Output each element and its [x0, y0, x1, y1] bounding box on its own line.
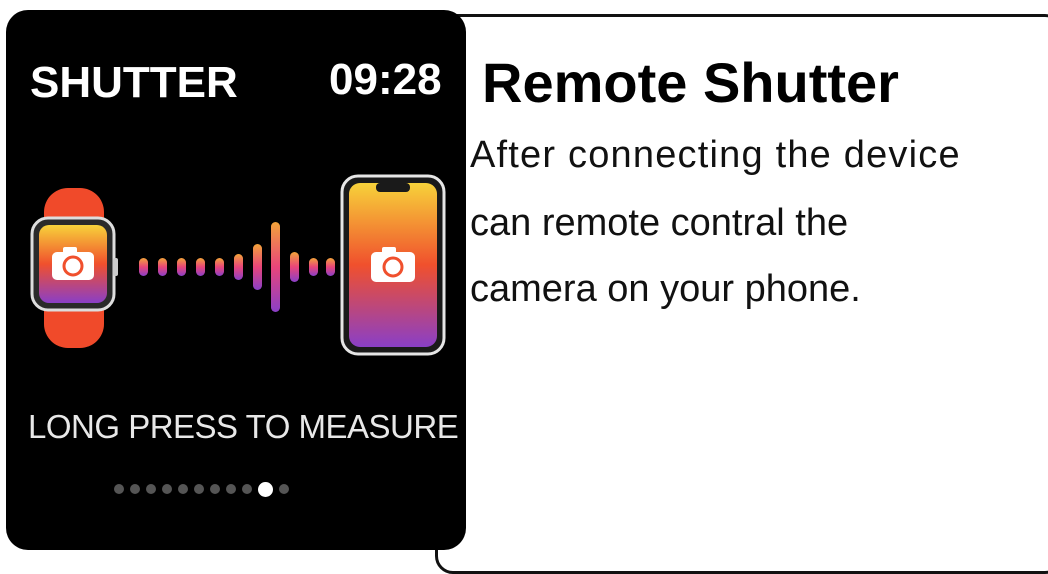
feature-heading: Remote Shutter [482, 51, 899, 114]
long-press-hint: LONG PRESS TO MEASURE [28, 408, 459, 445]
signal-waves [139, 222, 335, 312]
feature-description-line-2: can remote contral the [470, 202, 849, 244]
page-dot [226, 484, 236, 494]
page-dot [130, 484, 140, 494]
feature-description-line-1: After connecting the device [470, 134, 961, 176]
page-indicator [114, 482, 289, 497]
page-dot [279, 484, 289, 494]
watch-icon [30, 188, 118, 348]
watch-screen: SHUTTER 09:28 LONG PRESS TO MEASURE [6, 10, 466, 550]
page-dot [178, 484, 188, 494]
page-dot-active [258, 482, 273, 497]
page-dot [114, 484, 124, 494]
page-dot [194, 484, 204, 494]
clock-time: 09:28 [329, 55, 442, 104]
app-title: SHUTTER [30, 58, 238, 107]
shutter-illustration [30, 174, 446, 356]
feature-description-line-3: camera on your phone. [470, 268, 861, 310]
phone-icon [340, 174, 446, 356]
page-dot [146, 484, 156, 494]
page-dot [242, 484, 252, 494]
camera-icon [371, 247, 415, 282]
page-dot [162, 484, 172, 494]
page-dot [210, 484, 220, 494]
